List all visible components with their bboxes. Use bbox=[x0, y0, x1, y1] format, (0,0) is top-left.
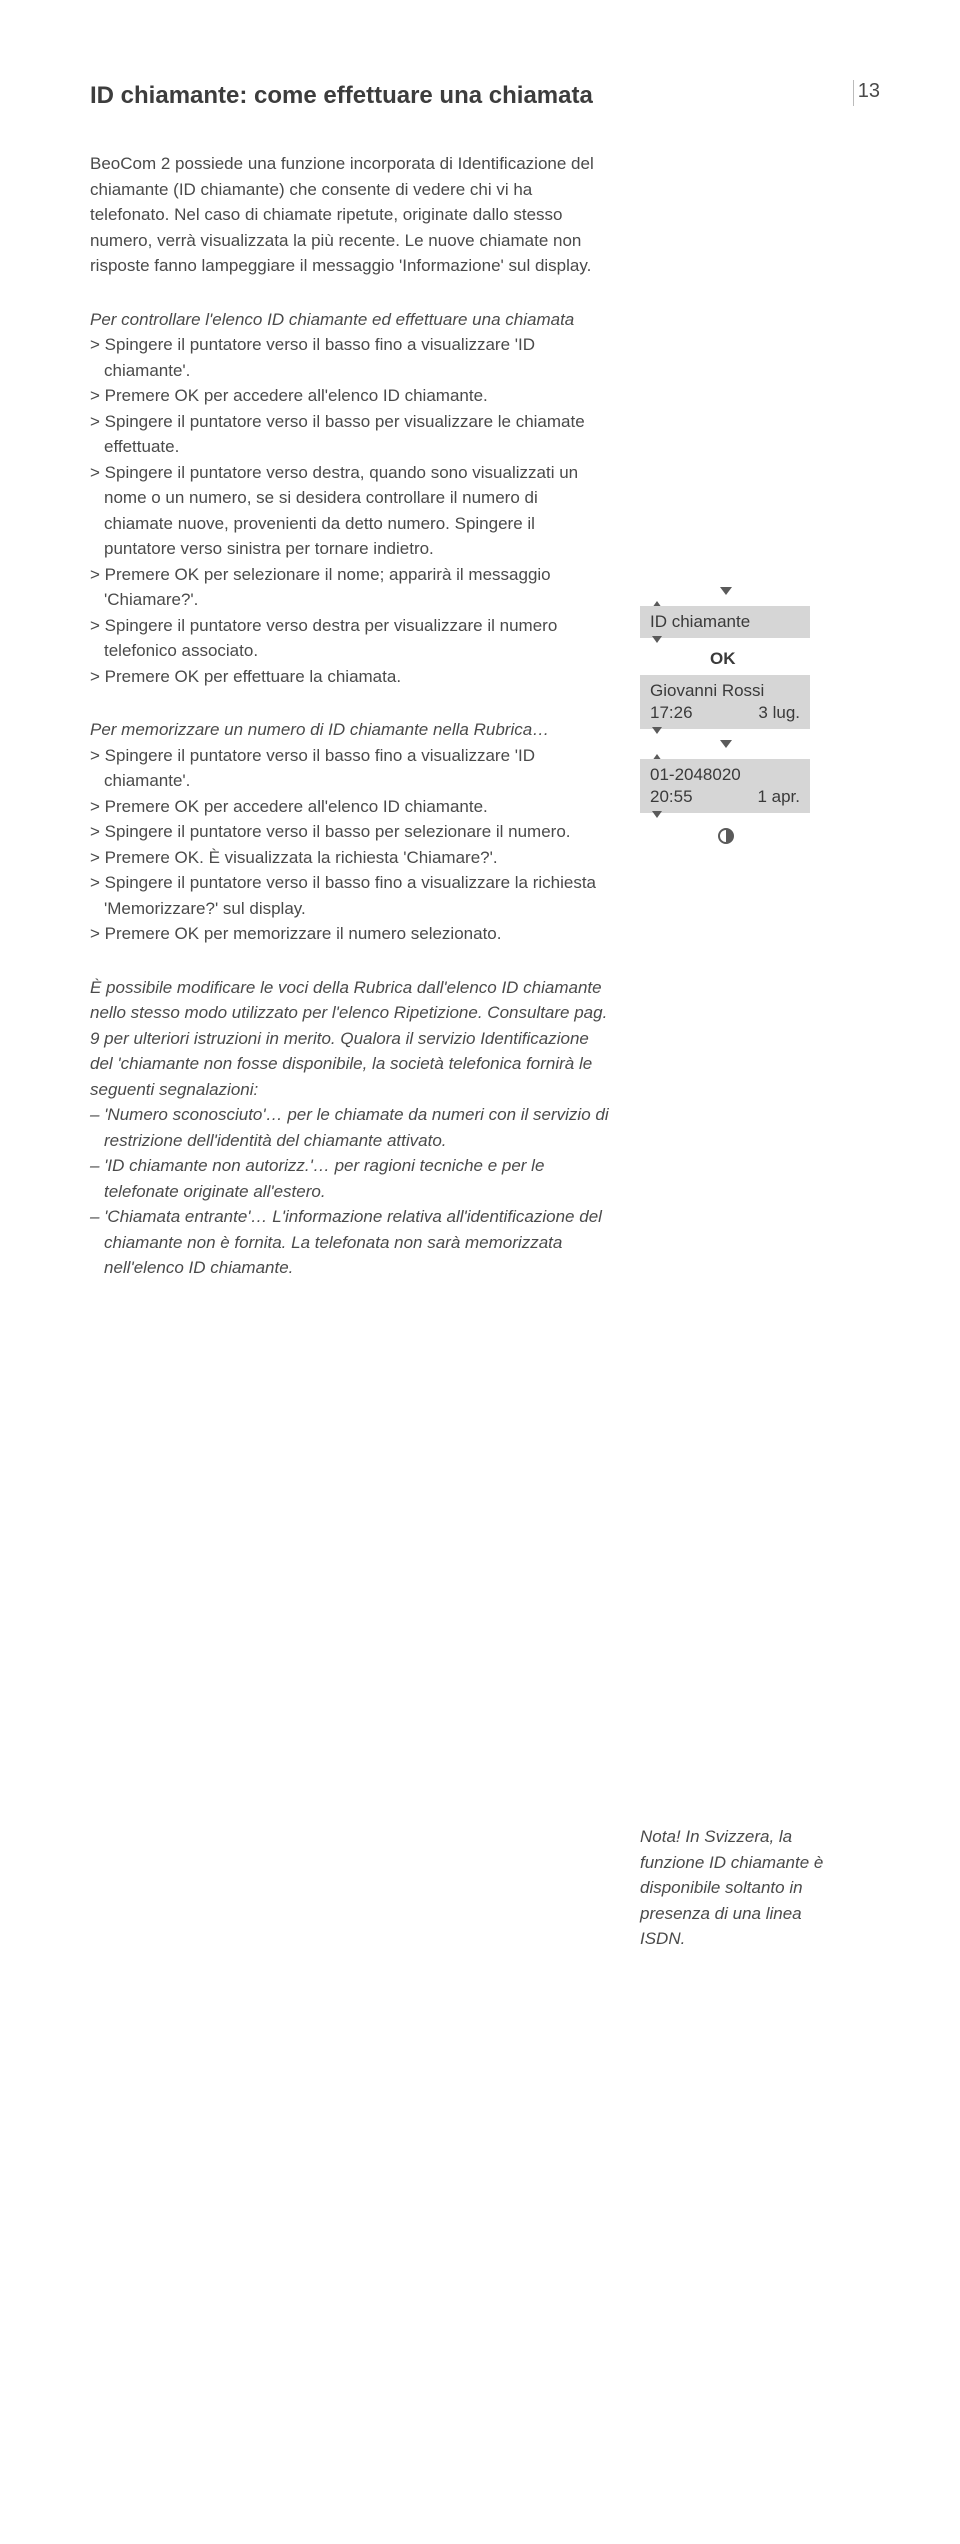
display-name: Giovanni Rossi bbox=[650, 681, 800, 701]
page-body: BeoCom 2 possiede una funzione incorpora… bbox=[90, 151, 880, 1952]
step: > Spingere il puntatore verso il basso f… bbox=[90, 870, 610, 921]
step: > Spingere il puntatore verso il basso f… bbox=[90, 743, 610, 794]
page-number: 13 bbox=[853, 80, 880, 106]
step: > Premere OK per effettuare la chiamata. bbox=[90, 664, 610, 690]
section-footnotes: È possibile modificare le voci della Rub… bbox=[90, 975, 610, 1281]
bullet: – 'Chiamata entrante'… L'informazione re… bbox=[90, 1204, 610, 1281]
dial-icon bbox=[718, 828, 734, 844]
step: > Spingere il puntatore verso il basso p… bbox=[90, 819, 610, 845]
main-column: BeoCom 2 possiede una funzione incorpora… bbox=[90, 151, 610, 1952]
step: > Premere OK per accedere all'elenco ID … bbox=[90, 383, 610, 409]
side-column: ID chiamante OK Giovanni Rossi 17:26 3 l… bbox=[640, 151, 830, 1952]
side-note: Nota! In Svizzera, la funzione ID chiama… bbox=[640, 1824, 830, 1952]
display-time: 20:55 bbox=[650, 787, 693, 807]
step: > Spingere il puntatore verso destra per… bbox=[90, 613, 610, 664]
step: > Spingere il puntatore verso il basso p… bbox=[90, 409, 610, 460]
ok-label: OK bbox=[710, 649, 736, 669]
chevron-down-icon bbox=[652, 636, 662, 643]
chevron-down-icon bbox=[720, 740, 732, 748]
intro-paragraph: BeoCom 2 possiede una funzione incorpora… bbox=[90, 151, 610, 279]
chevron-down-icon bbox=[652, 727, 662, 734]
step: > Spingere il puntatore verso destra, qu… bbox=[90, 460, 610, 562]
chevron-down-icon bbox=[652, 811, 662, 818]
display-date: 3 lug. bbox=[758, 703, 800, 723]
bullet-list: – 'Numero sconosciuto'… per le chiamate … bbox=[90, 1102, 610, 1281]
section-store-caller-id: Per memorizzare un numero di ID chiamant… bbox=[90, 717, 610, 947]
display-date: 1 apr. bbox=[757, 787, 800, 807]
step: > Premere OK. È visualizzata la richiest… bbox=[90, 845, 610, 871]
bullet: – 'Numero sconosciuto'… per le chiamate … bbox=[90, 1102, 610, 1153]
section-control-caller-id: Per controllare l'elenco ID chiamante ed… bbox=[90, 307, 610, 690]
bullet: – 'ID chiamante non autorizz.'… per ragi… bbox=[90, 1153, 610, 1204]
chevron-down-icon bbox=[720, 587, 732, 595]
display-box-contact: Giovanni Rossi 17:26 3 lug. bbox=[640, 675, 810, 729]
section2-title: Per memorizzare un numero di ID chiamant… bbox=[90, 717, 610, 743]
display-stack: ID chiamante OK Giovanni Rossi 17:26 3 l… bbox=[640, 581, 830, 844]
header-row: ID chiamante: come effettuare una chiama… bbox=[90, 80, 880, 111]
section3-intro: È possibile modificare le voci della Rub… bbox=[90, 975, 610, 1103]
display-box-number: 01-2048020 20:55 1 apr. bbox=[640, 759, 810, 813]
section1-title: Per controllare l'elenco ID chiamante ed… bbox=[90, 307, 610, 333]
display-number: 01-2048020 bbox=[650, 765, 800, 785]
step: > Premere OK per accedere all'elenco ID … bbox=[90, 794, 610, 820]
display-line: ID chiamante bbox=[650, 612, 800, 632]
step: > Premere OK per selezionare il nome; ap… bbox=[90, 562, 610, 613]
page-title: ID chiamante: come effettuare una chiama… bbox=[90, 80, 593, 111]
display-box-id-chiamante: ID chiamante bbox=[640, 606, 810, 638]
step: > Spingere il puntatore verso il basso f… bbox=[90, 332, 610, 383]
display-time: 17:26 bbox=[650, 703, 693, 723]
step: > Premere OK per memorizzare il numero s… bbox=[90, 921, 610, 947]
